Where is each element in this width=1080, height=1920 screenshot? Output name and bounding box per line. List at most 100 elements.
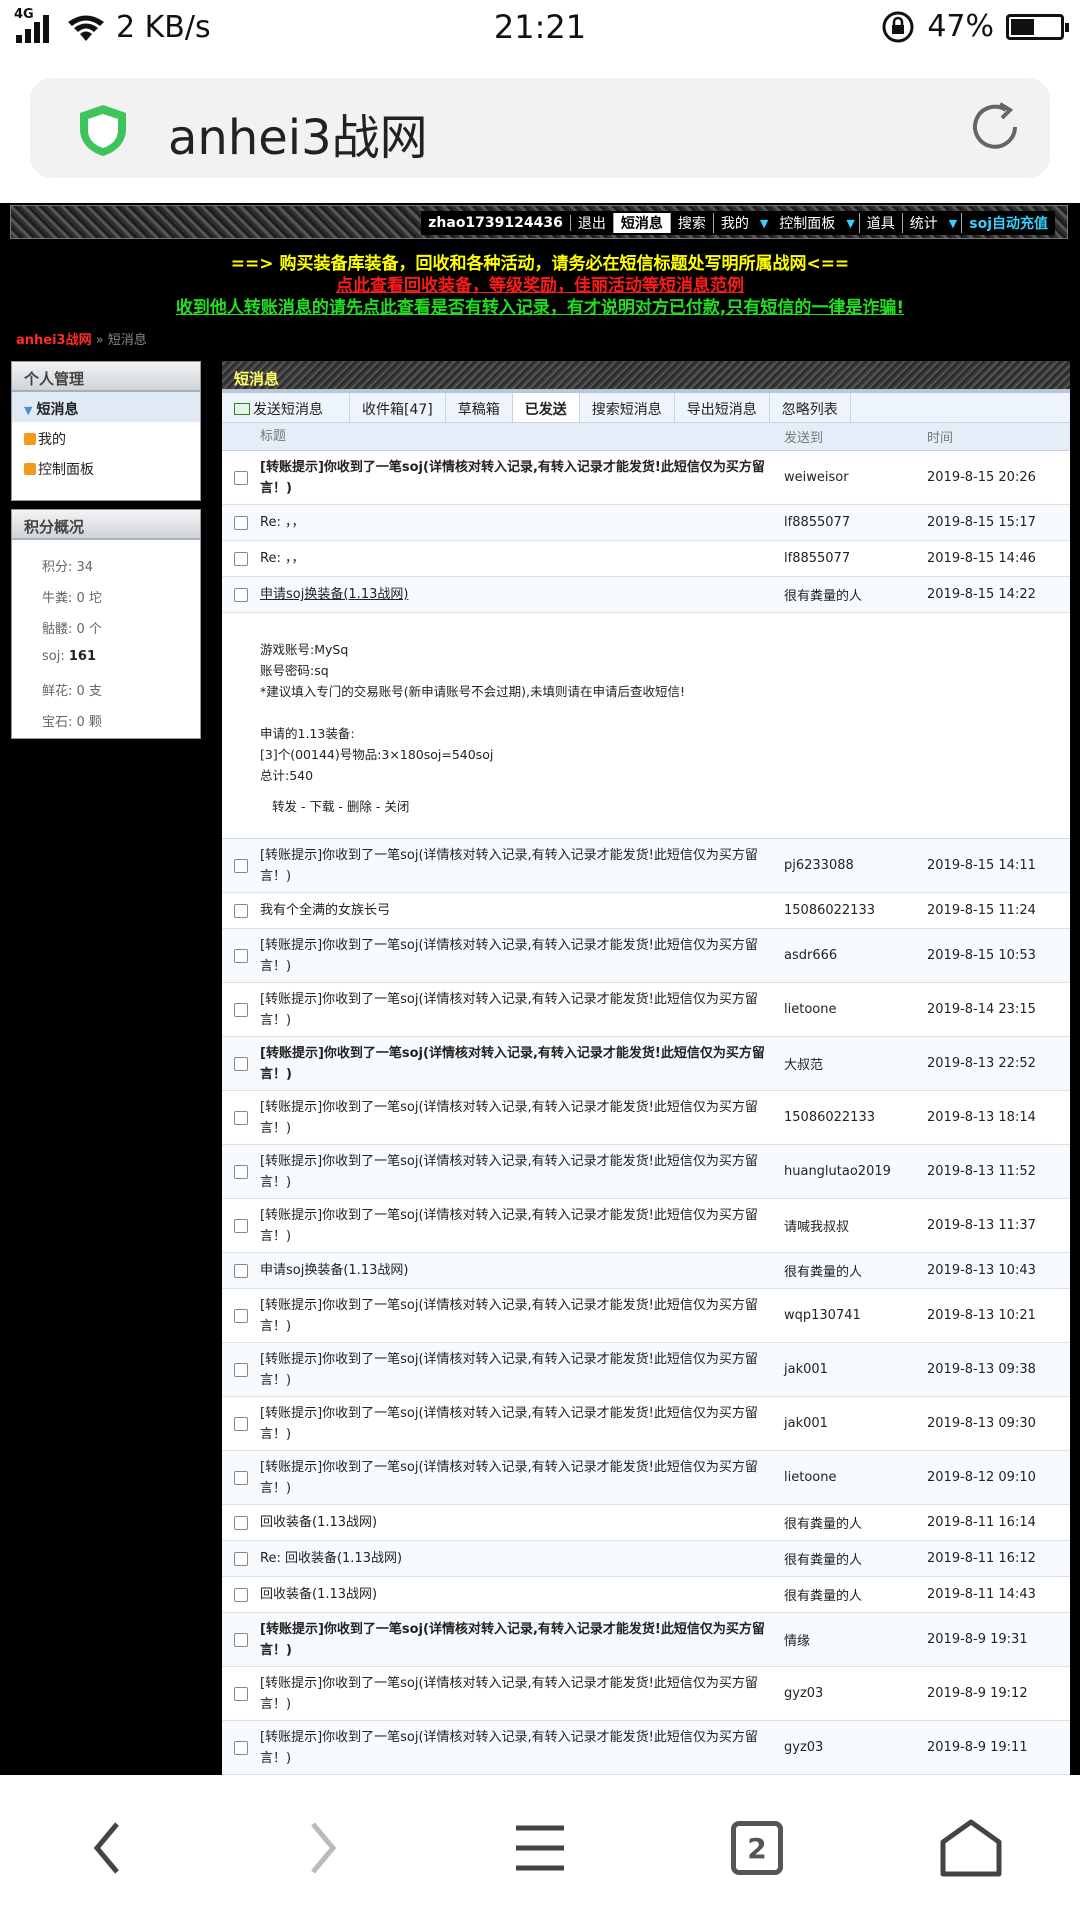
- nav-my[interactable]: 我的: [714, 213, 756, 233]
- sidebar-item-control-panel[interactable]: 控制面板: [12, 452, 200, 482]
- menu-button[interactable]: [505, 1813, 575, 1883]
- message-recipient[interactable]: 情缘: [784, 1630, 927, 1649]
- table-row[interactable]: [转账提示]你收到了一笔soj(详情核对转入记录,有转入记录才能发货!此短信仅为…: [222, 1721, 1070, 1775]
- message-title[interactable]: [转账提示]你收到了一笔soj(详情核对转入记录,有转入记录才能发货!此短信仅为…: [260, 1097, 784, 1139]
- row-checkbox[interactable]: [234, 1515, 248, 1530]
- nav-tools[interactable]: 道具: [858, 213, 903, 233]
- message-recipient[interactable]: weiweisor: [784, 470, 927, 485]
- message-title[interactable]: [转账提示]你收到了一笔soj(详情核对转入记录,有转入记录才能发货!此短信仅为…: [260, 935, 784, 977]
- row-checkbox[interactable]: [234, 1110, 248, 1125]
- tab-sent[interactable]: 已发送: [512, 393, 580, 422]
- row-checkbox[interactable]: [234, 1551, 248, 1566]
- row-checkbox[interactable]: [234, 515, 248, 530]
- row-checkbox[interactable]: [234, 1740, 248, 1755]
- message-recipient[interactable]: asdr666: [784, 948, 927, 963]
- message-recipient[interactable]: lietoone: [784, 1002, 927, 1017]
- table-row[interactable]: 回收装备(1.13战网) 很有粪量的人 2019-8-11 14:43: [222, 1577, 1070, 1613]
- row-checkbox[interactable]: [234, 1470, 248, 1485]
- message-recipient[interactable]: 很有粪量的人: [784, 585, 927, 604]
- message-title[interactable]: Re: 回收装备(1.13战网): [260, 1548, 784, 1569]
- tabs-button[interactable]: 2: [722, 1813, 792, 1883]
- table-row[interactable]: [转账提示]你收到了一笔soj(详情核对转入记录,有转入记录才能发货!此短信仅为…: [222, 1451, 1070, 1505]
- table-row[interactable]: [转账提示]你收到了一笔soj(详情核对转入记录,有转入记录才能发货!此短信仅为…: [222, 1037, 1070, 1091]
- table-row[interactable]: [转账提示]你收到了一笔soj(详情核对转入记录,有转入记录才能发货!此短信仅为…: [222, 1091, 1070, 1145]
- nav-stats[interactable]: 统计: [903, 213, 945, 233]
- message-recipient[interactable]: pj6233088: [784, 858, 927, 873]
- table-row[interactable]: [转账提示]你收到了一笔soj(详情核对转入记录,有转入记录才能发货!此短信仅为…: [222, 1613, 1070, 1667]
- notice-transfer-warning-link[interactable]: 收到他人转账消息的请先点此查看是否有转入记录，有才说明对方已付款,只有短信的一律…: [0, 293, 1080, 318]
- row-checkbox[interactable]: [234, 1686, 248, 1701]
- row-checkbox[interactable]: [234, 1164, 248, 1179]
- table-row[interactable]: 回收装备(1.13战网) 很有粪量的人 2019-8-11 16:14: [222, 1505, 1070, 1541]
- chevron-down-icon[interactable]: ▼: [756, 217, 772, 230]
- tab-inbox[interactable]: 收件箱[47]: [350, 393, 446, 422]
- message-title[interactable]: [转账提示]你收到了一笔soj(详情核对转入记录,有转入记录才能发货!此短信仅为…: [260, 1295, 784, 1337]
- nav-soj-recharge[interactable]: soj自动充值: [961, 213, 1055, 233]
- message-recipient[interactable]: wqp130741: [784, 1308, 927, 1323]
- table-row[interactable]: [转账提示]你收到了一笔soj(详情核对转入记录,有转入记录才能发货!此短信仅为…: [222, 1199, 1070, 1253]
- table-row[interactable]: Re: ，， lf8855077 2019-8-15 15:17: [222, 505, 1070, 541]
- table-row[interactable]: [转账提示]你收到了一笔soj(详情核对转入记录,有转入记录才能发货!此短信仅为…: [222, 1667, 1070, 1721]
- message-title[interactable]: 我有个全满的女族长弓: [260, 900, 784, 921]
- chevron-down-icon[interactable]: ▼: [945, 217, 961, 230]
- row-checkbox[interactable]: [234, 903, 248, 918]
- row-checkbox[interactable]: [234, 858, 248, 873]
- table-row[interactable]: [转账提示]你收到了一笔soj(详情核对转入记录,有转入记录才能发货!此短信仅为…: [222, 1289, 1070, 1343]
- table-row[interactable]: [转账提示]你收到了一笔soj(详情核对转入记录,有转入记录才能发货!此短信仅为…: [222, 1397, 1070, 1451]
- message-title[interactable]: [转账提示]你收到了一笔soj(详情核对转入记录,有转入记录才能发货!此短信仅为…: [260, 1349, 784, 1391]
- row-checkbox[interactable]: [234, 1416, 248, 1431]
- message-recipient[interactable]: gyz03: [784, 1686, 927, 1701]
- row-checkbox[interactable]: [234, 551, 248, 566]
- row-checkbox[interactable]: [234, 1362, 248, 1377]
- sidebar-item-my[interactable]: 我的: [12, 422, 200, 452]
- address-bar[interactable]: anhei3战网: [30, 78, 1050, 178]
- message-title[interactable]: [转账提示]你收到了一笔soj(详情核对转入记录,有转入记录才能发货!此短信仅为…: [260, 1205, 784, 1247]
- message-recipient[interactable]: 很有粪量的人: [784, 1549, 927, 1568]
- message-recipient[interactable]: 大叔范: [784, 1054, 927, 1073]
- message-recipient[interactable]: gyz03: [784, 1740, 927, 1755]
- table-row[interactable]: [转账提示]你收到了一笔soj(详情核对转入记录,有转入记录才能发货!此短信仅为…: [222, 929, 1070, 983]
- message-title[interactable]: [转账提示]你收到了一笔soj(详情核对转入记录,有转入记录才能发货!此短信仅为…: [260, 1043, 784, 1085]
- table-row[interactable]: [转账提示]你收到了一笔soj(详情核对转入记录,有转入记录才能发货!此短信仅为…: [222, 1343, 1070, 1397]
- message-title[interactable]: [转账提示]你收到了一笔soj(详情核对转入记录,有转入记录才能发货!此短信仅为…: [260, 845, 784, 887]
- tab-export[interactable]: 导出短消息: [675, 393, 770, 422]
- message-recipient[interactable]: 15086022133: [784, 1110, 927, 1125]
- message-recipient[interactable]: lf8855077: [784, 551, 927, 566]
- breadcrumb-home[interactable]: anhei3战网: [16, 333, 92, 348]
- row-checkbox[interactable]: [234, 1263, 248, 1278]
- message-recipient[interactable]: 很有粪量的人: [784, 1261, 927, 1280]
- row-checkbox[interactable]: [234, 1002, 248, 1017]
- message-title[interactable]: 回收装备(1.13战网): [260, 1584, 784, 1605]
- table-row[interactable]: [转账提示]你收到了一笔soj(详情核对转入记录,有转入记录才能发货!此短信仅为…: [222, 983, 1070, 1037]
- message-recipient[interactable]: jak001: [784, 1416, 927, 1431]
- table-row[interactable]: Re: 回收装备(1.13战网) 很有粪量的人 2019-8-11 16:12: [222, 1541, 1070, 1577]
- message-title[interactable]: [转账提示]你收到了一笔soj(详情核对转入记录,有转入记录才能发货!此短信仅为…: [260, 989, 784, 1031]
- row-checkbox[interactable]: [234, 1218, 248, 1233]
- tab-ignore-list[interactable]: 忽略列表: [770, 393, 851, 422]
- row-checkbox[interactable]: [234, 1632, 248, 1647]
- message-recipient[interactable]: 很有粪量的人: [784, 1513, 927, 1532]
- message-recipient[interactable]: lf8855077: [784, 515, 927, 530]
- message-title[interactable]: Re: ，，: [260, 548, 784, 569]
- tab-send-message[interactable]: 发送短消息: [222, 393, 350, 422]
- nav-control-panel[interactable]: 控制面板: [772, 213, 842, 233]
- table-row[interactable]: [转账提示]你收到了一笔soj(详情核对转入记录,有转入记录才能发货!此短信仅为…: [222, 451, 1070, 505]
- table-row[interactable]: 申请soj换装备(1.13战网) 很有粪量的人 2019-8-15 14:22: [222, 577, 1070, 613]
- message-title[interactable]: 申请soj换装备(1.13战网): [260, 1260, 784, 1281]
- detail-actions[interactable]: 转发 - 下载 - 删除 - 关闭: [260, 796, 1070, 817]
- sidebar-item-messages[interactable]: ▼ 短消息: [12, 392, 200, 422]
- tab-drafts[interactable]: 草稿箱: [446, 393, 513, 422]
- forward-button[interactable]: [288, 1813, 358, 1883]
- back-button[interactable]: [72, 1813, 142, 1883]
- table-row[interactable]: 申请soj换装备(1.13战网) 很有粪量的人 2019-8-13 10:43: [222, 1253, 1070, 1289]
- message-title[interactable]: [转账提示]你收到了一笔soj(详情核对转入记录,有转入记录才能发货!此短信仅为…: [260, 457, 784, 499]
- message-title[interactable]: 申请soj换装备(1.13战网): [260, 584, 784, 605]
- username-link[interactable]: zhao1739124436: [421, 215, 571, 231]
- nav-logout[interactable]: 退出: [571, 213, 614, 233]
- table-row[interactable]: [转账提示]你收到了一笔soj(详情核对转入记录,有转入记录才能发货!此短信仅为…: [222, 1145, 1070, 1199]
- message-title[interactable]: Re: ，，: [260, 512, 784, 533]
- row-checkbox[interactable]: [234, 1308, 248, 1323]
- message-title[interactable]: [转账提示]你收到了一笔soj(详情核对转入记录,有转入记录才能发货!此短信仅为…: [260, 1673, 784, 1715]
- message-recipient[interactable]: lietoone: [784, 1470, 927, 1485]
- message-recipient[interactable]: 15086022133: [784, 903, 927, 918]
